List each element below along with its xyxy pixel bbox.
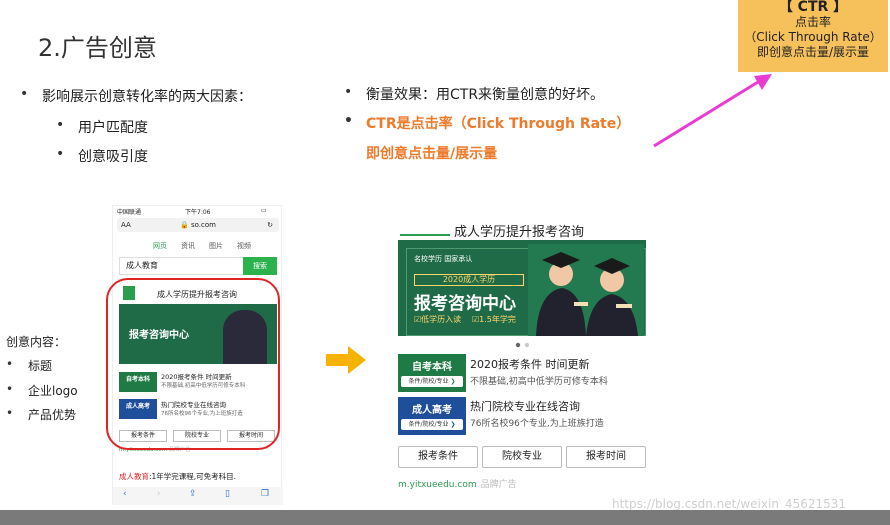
ctr-callout: 【 CTR 】 点击率 （Click Through Rate） 即创意点击量/… [738,0,888,72]
ad-cat-chenggao-sub-text: 条件/院校/专业 [408,421,449,428]
banner-year: 2020成人学历 [414,274,524,286]
phone-url-bar[interactable]: AA 🔒 so.com ↻ [117,218,279,232]
share-icon[interactable]: ⇪ [189,489,197,499]
creative-label: 创意内容： [6,335,67,349]
ad-item1-desc: 不限基础,初高中低学历可修专本科 [470,377,608,387]
banner-tag2-text: 1.5年学完 [479,315,516,324]
callout-title: 【 CTR 】 [778,0,848,15]
btn-conditions[interactable]: 报考条件 [398,446,478,468]
battery-icon: ▭ [261,207,267,214]
bullet-creative-appeal: 创意吸引度 [56,146,148,166]
watermark: https://blog.csdn.net/weixin_45621531 [612,497,847,511]
phone-nav-tabs: 网页 资讯 图片 视频 [153,241,273,251]
ctr-formula-text: 即创意点击量/展示量 [366,146,498,162]
tab-news[interactable]: 资讯 [181,241,195,251]
graduates-image [528,244,644,336]
banner-tag2: ☑1.5年学完 [472,315,516,324]
btn-majors[interactable]: 院校专业 [482,446,562,468]
ad-footer-brand: 品牌广告 [480,480,517,490]
carousel-dots[interactable] [514,342,534,348]
banner-tag1-text: 低学历入读 [421,315,462,324]
back-icon[interactable]: ‹ [123,489,127,499]
creative-item-advantage: 产品优势 [6,406,76,423]
ad-cat-zikao-label: 自考本科 [412,362,452,373]
bullet-ctr-definition: CTR是点击率（Click Through Rate） [344,113,630,133]
chevron-right-icon: ❯ [450,421,456,428]
ad-title[interactable]: 成人学历提升报考咨询 [454,221,584,240]
chevron-right-icon: ❯ [450,378,456,385]
phone-result-line[interactable]: 成人教育:1年学完课程,可免考科目. [119,471,236,482]
phone-status-bar: 中国联通 下午7:06 ▭ [113,206,283,216]
ad-item2-head[interactable]: 热门院校专业在线咨询 [470,398,580,414]
bottom-bar [0,510,890,525]
banner-slogan: 名校学历 国家承认 [414,255,473,263]
result-keyword: 成人教育 [119,472,149,481]
ad-cat-chenggao-label: 成人高考 [412,405,452,416]
yellow-arrow-icon [326,346,366,374]
tab-video[interactable]: 视频 [237,241,251,251]
callout-line4: 即创意点击量/展示量 [756,45,870,59]
ad-footer-url[interactable]: m.yitxueedu.com [398,480,477,490]
tabs-icon[interactable]: ❐ [261,489,269,499]
ad-footer: m.yitxueedu.com 品牌广告 [398,477,517,490]
bullet-factors: 影响展示创意转化率的两大因素： [20,86,252,106]
ad-brand-logo [400,234,450,236]
url-text: so.com [190,221,216,229]
banner-tag1: ☑低学历入读 [414,315,462,324]
tab-web[interactable]: 网页 [153,241,167,251]
callout-line2: 点击率 [794,15,831,29]
lock-icon: 🔒 [180,221,189,229]
ad-banner[interactable]: 名校学历 国家承认 2020成人学历 报考咨询中心 ☑低学历入读 ☑1.5年学完 [398,240,646,336]
ad-cat-zikao-sub: 条件/院校/专业 ❯ [401,376,463,387]
pink-arrow-icon [653,74,772,148]
forward-icon[interactable]: › [157,489,161,499]
ad-item2-desc: 76所名校96个专业,为上班族打造 [470,419,604,429]
reload-icon[interactable]: ↻ [267,218,273,232]
phone-search-button[interactable]: 搜索 [243,257,277,275]
status-carrier: 中国联通 [117,209,142,216]
ad-item1-head[interactable]: 2020报考条件 时间更新 [470,356,590,372]
ad-cat-chenggao-sub: 条件/院校/专业 ❯ [401,419,463,430]
status-time: 下午7:06 [185,209,211,216]
bullet-measure: 衡量效果：用CTR来衡量创意的好坏。 [344,84,604,104]
tab-images[interactable]: 图片 [209,241,223,251]
bullet-user-match: 用户匹配度 [56,117,148,137]
ad-cat-zikao-sub-text: 条件/院校/专业 [408,378,449,385]
slide-title: 2.广告创意 [38,34,157,62]
ad-cat-zikao[interactable]: 自考本科 条件/院校/专业 ❯ [398,354,466,392]
btn-time[interactable]: 报考时间 [566,446,646,468]
banner-headline: 报考咨询中心 [414,294,516,314]
callout-line3: （Click Through Rate） [744,30,882,44]
bookmarks-icon[interactable]: ▯ [225,489,230,499]
phone-toolbar: ‹ › ⇪ ▯ ❐ [113,487,283,505]
reader-aa[interactable]: AA [121,218,131,232]
creative-item-title: 标题 [6,357,52,374]
highlight-oval [106,278,280,450]
result-rest: :1年学完课程,可免考科目. [149,472,237,481]
ad-cat-chenggao[interactable]: 成人高考 条件/院校/专业 ❯ [398,397,466,435]
creative-item-logo: 企业logo [6,382,77,399]
